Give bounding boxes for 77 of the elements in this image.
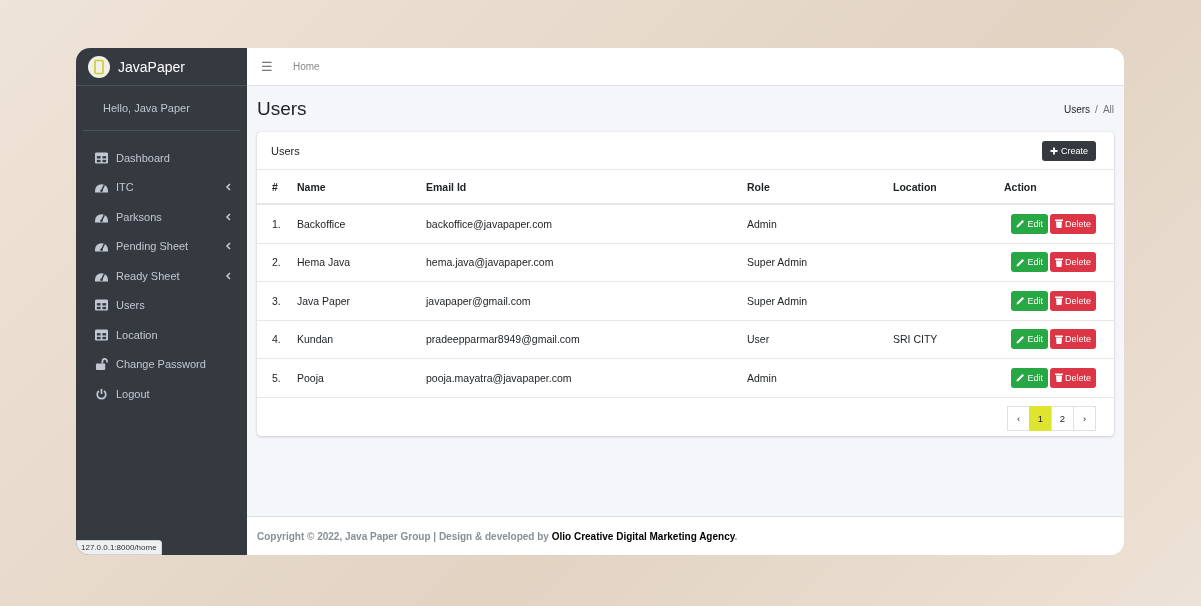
gauge-icon	[95, 240, 108, 253]
plus-icon	[1050, 146, 1058, 155]
sidebar-item[interactable]: Location	[76, 320, 247, 350]
table-cell: SRI CITY	[893, 333, 938, 346]
status-url: 127.0.0.1:8000/home	[76, 540, 162, 555]
table-cell-text: Backoffice	[297, 217, 347, 230]
delete-button[interactable]: Delete	[1050, 367, 1096, 388]
trash-icon	[1055, 219, 1063, 229]
breadcrumb-item: All	[1102, 103, 1114, 115]
table-cell-text: User	[747, 333, 771, 346]
power-icon	[95, 387, 108, 400]
sidebar-item[interactable]: ITC	[76, 172, 247, 202]
sidebar-item[interactable]: Dashboard	[76, 143, 247, 173]
page-link[interactable]: ›	[1073, 405, 1096, 431]
sidebar-item[interactable]: Logout	[76, 379, 247, 409]
table-cell-text: Kundan	[297, 333, 335, 346]
page-link[interactable]: ‹	[1007, 405, 1030, 431]
trash-icon	[1055, 373, 1063, 383]
column-header: Name	[297, 180, 327, 193]
delete-button[interactable]: Delete	[1050, 213, 1096, 234]
table-cell-text: Pooja	[297, 371, 325, 384]
column-header: #	[272, 180, 279, 193]
table-cell-text: pradeepparmar8949@gmail.com	[426, 333, 581, 346]
delete-button[interactable]: Delete	[1050, 252, 1096, 273]
table-icon	[95, 328, 108, 341]
page-link[interactable]: 2	[1051, 405, 1074, 431]
column-header: Action	[1004, 180, 1038, 193]
pencil-icon	[1016, 334, 1026, 344]
table-cell-text: backoffice@javapaper.com	[426, 217, 554, 230]
sidebar-item[interactable]: Change Password	[76, 349, 247, 379]
table-icon	[95, 151, 108, 164]
column-header: Location	[893, 180, 938, 193]
table-cell-text: Java Paper	[297, 294, 352, 307]
card-title: Users	[271, 144, 300, 157]
create-button[interactable]: Create	[1042, 140, 1096, 161]
pencil-icon	[1016, 296, 1026, 306]
pencil-icon	[1016, 219, 1026, 229]
breadcrumb-item[interactable]: Users	[1063, 103, 1091, 115]
sidebar-item[interactable]: Parksons	[76, 202, 247, 232]
column-header: Email Id	[426, 180, 468, 193]
table-cell-text: javapaper@gmail.com	[426, 294, 532, 307]
table-cell-text: 2.	[272, 256, 282, 269]
table-cell-text: hema.java@javapaper.com	[426, 256, 555, 269]
trash-icon	[1055, 257, 1063, 267]
trash-icon	[1055, 296, 1063, 306]
sidebar-item[interactable]: Ready Sheet	[76, 261, 247, 291]
table-cell-text: pooja.mayatra@javapaper.com	[426, 371, 573, 384]
column-header: Role	[747, 180, 771, 193]
pencil-icon	[1016, 257, 1026, 267]
sidebar-item[interactable]: Users	[76, 290, 247, 320]
home-link[interactable]: Home	[293, 61, 320, 72]
table-icon	[95, 299, 108, 312]
trash-icon	[1055, 334, 1063, 344]
greeting: Hello, Java Paper	[83, 86, 240, 131]
logo-icon	[88, 55, 110, 78]
table-cell-text: Super Admin	[747, 256, 809, 269]
copyright-text: Copyright © 2022, Java Paper Group | Design & developed by Olio Creative Digital Marketing Agency.	[257, 530, 738, 542]
pencil-icon	[1016, 373, 1026, 383]
breadcrumb-separator: /	[1095, 103, 1098, 115]
table-cell-text: Hema Java	[297, 256, 352, 269]
agency-link[interactable]: Olio Creative Digital Marketing Agency	[551, 530, 735, 542]
page-link[interactable]: 1	[1029, 405, 1052, 431]
table-cell-text: Admin	[747, 371, 778, 384]
table-cell-text: Admin	[747, 217, 778, 230]
table-cell-text: 4.	[272, 333, 282, 346]
table-cell-text: Super Admin	[747, 294, 809, 307]
gauge-icon	[95, 181, 108, 194]
unlocked-padlock-icon	[95, 358, 108, 371]
page-title: Users	[257, 98, 307, 120]
table-cell-text: 5.	[272, 371, 282, 384]
brand-name[interactable]: JavaPaper	[118, 58, 185, 75]
table-cell-text: 1.	[272, 217, 282, 230]
delete-button[interactable]: Delete	[1050, 329, 1096, 350]
delete-button[interactable]: Delete	[1050, 290, 1096, 311]
menu-icon[interactable]: ☰	[261, 59, 273, 74]
sidebar-item[interactable]: Pending Sheet	[76, 231, 247, 261]
table-cell-text: 3.	[272, 294, 282, 307]
